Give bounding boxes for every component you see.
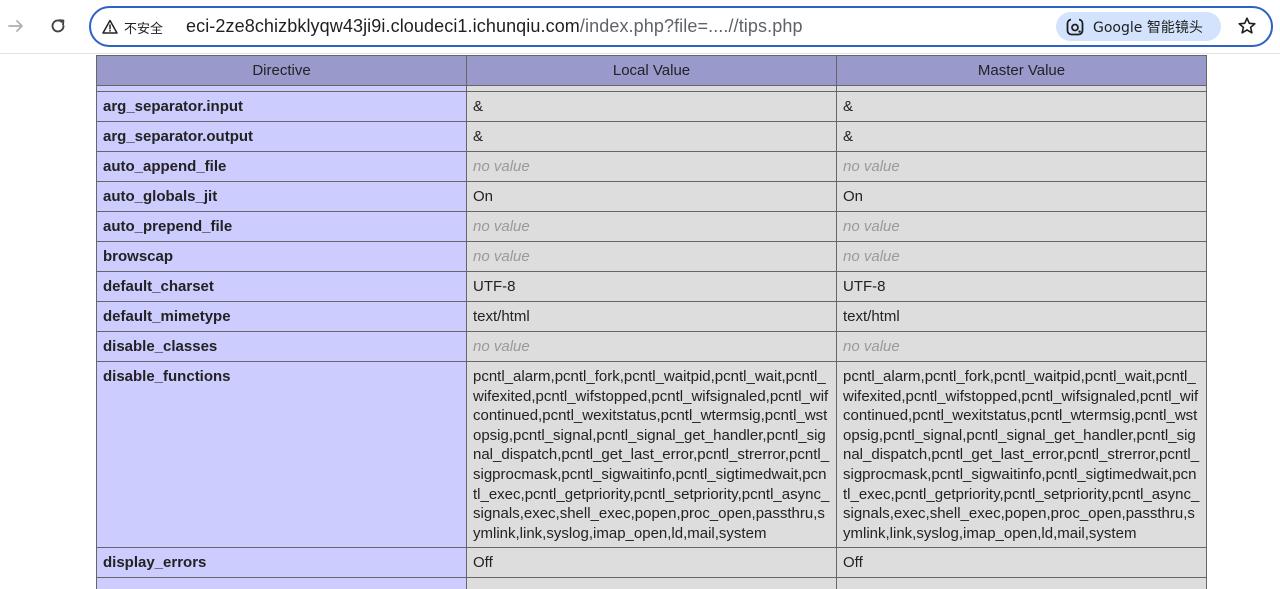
local-value-cell: pcntl_alarm,pcntl_fork,pcntl_waitpid,pcn… xyxy=(466,360,837,549)
browser-toolbar: 不安全 eci-2ze8chizbklyqw43ji9i.cloudeci1.i… xyxy=(0,0,1280,54)
master-value-cell: On xyxy=(836,181,1207,212)
local-value-cell: text/html xyxy=(466,301,837,332)
local-value-cell: & xyxy=(466,121,837,152)
arrow-right-icon xyxy=(8,20,23,32)
reload-icon xyxy=(51,19,65,33)
directive-cell: auto_append_file xyxy=(96,151,467,182)
directive-cell: display_errors xyxy=(96,547,467,579)
no-value-text: no value xyxy=(843,248,900,265)
google-lens-label: Google 智能镜头 xyxy=(1093,19,1203,36)
directive-cell: disable_classes xyxy=(96,331,467,362)
no-value-text: no value xyxy=(473,338,530,355)
master-value-cell: & xyxy=(836,91,1207,122)
master-value-cell: text/html xyxy=(836,301,1207,332)
master-value-cell: & xyxy=(836,121,1207,152)
directive-cell: browscap xyxy=(96,241,467,272)
local-value-cell: On xyxy=(466,181,837,212)
no-value-text: no value xyxy=(473,158,530,175)
directive-cell xyxy=(96,577,467,589)
directive-cell: auto_prepend_file xyxy=(96,211,467,242)
directive-cell: default_charset xyxy=(96,271,467,302)
table-row: disable_functions pcntl_alarm,pcntl_fork… xyxy=(96,360,1207,549)
url-text[interactable]: eci-2ze8chizbklyqw43ji9i.cloudeci1.ichun… xyxy=(186,16,803,37)
no-value-text: no value xyxy=(473,218,530,235)
table-row: arg_separator.output & & xyxy=(96,121,1207,152)
master-value-cell: UTF-8 xyxy=(836,271,1207,302)
local-value-cell: no value xyxy=(466,151,837,182)
local-value-cell: no value xyxy=(466,241,837,272)
reload-button[interactable] xyxy=(42,10,74,42)
local-value-cell: no value xyxy=(466,331,837,362)
table-row: default_mimetype text/html text/html xyxy=(96,301,1207,332)
table-row xyxy=(96,577,1207,589)
security-label: 不安全 xyxy=(124,21,164,37)
no-value-text: no value xyxy=(473,248,530,265)
master-value-cell: no value xyxy=(836,241,1207,272)
directive-cell: arg_separator.output xyxy=(96,121,467,152)
table-row: default_charset UTF-8 UTF-8 xyxy=(96,271,1207,302)
directive-cell: default_mimetype xyxy=(96,301,467,332)
phpinfo-core-table: Directive Local Value Master Value arg_s… xyxy=(96,55,1207,589)
forward-button[interactable] xyxy=(0,10,32,42)
master-value-cell: pcntl_alarm,pcntl_fork,pcntl_waitpid,pcn… xyxy=(836,360,1207,549)
table-row: browscap no value no value xyxy=(96,241,1207,272)
url-path: /index.php?file=....//tips.php xyxy=(579,16,803,36)
google-lens-icon xyxy=(1066,17,1084,35)
local-value-cell: & xyxy=(466,91,837,122)
local-value-cell: no value xyxy=(466,211,837,242)
directive-cell: disable_functions xyxy=(96,360,467,549)
local-value-cell xyxy=(466,577,837,589)
no-value-text: no value xyxy=(843,158,900,175)
master-value-cell: no value xyxy=(836,211,1207,242)
table-row: arg_separator.input & & xyxy=(96,91,1207,122)
table-row: disable_classes no value no value xyxy=(96,331,1207,362)
table-row: auto_globals_jit On On xyxy=(96,181,1207,212)
table-header-row: Directive Local Value Master Value xyxy=(96,55,1207,86)
table-row: auto_prepend_file no value no value xyxy=(96,211,1207,242)
table-row: display_errors Off Off xyxy=(96,547,1207,579)
bookmark-star-button[interactable] xyxy=(1235,14,1259,38)
google-lens-button[interactable]: Google 智能镜头 xyxy=(1056,12,1221,41)
local-value-cell: UTF-8 xyxy=(466,271,837,302)
url-host: eci-2ze8chizbklyqw43ji9i.cloudeci1.ichun… xyxy=(186,16,580,36)
table-row: auto_append_file no value no value xyxy=(96,151,1207,182)
master-value-cell: no value xyxy=(836,331,1207,362)
star-outline-icon xyxy=(1238,17,1256,34)
master-value-cell: Off xyxy=(836,547,1207,579)
page-content: Directive Local Value Master Value arg_s… xyxy=(0,55,1280,589)
header-directive: Directive xyxy=(96,55,467,86)
directive-cell: auto_globals_jit xyxy=(96,181,467,212)
directive-cell: arg_separator.input xyxy=(96,91,467,122)
warning-triangle-icon xyxy=(102,19,118,34)
no-value-text: no value xyxy=(843,338,900,355)
header-master-value: Master Value xyxy=(836,55,1207,86)
local-value-cell: Off xyxy=(466,547,837,579)
master-value-cell: no value xyxy=(836,151,1207,182)
security-indicator[interactable]: 不安全 xyxy=(101,17,163,37)
no-value-text: no value xyxy=(843,218,900,235)
master-value-cell xyxy=(836,577,1207,589)
address-bar[interactable]: 不安全 eci-2ze8chizbklyqw43ji9i.cloudeci1.i… xyxy=(89,6,1273,47)
header-local-value: Local Value xyxy=(466,55,837,86)
